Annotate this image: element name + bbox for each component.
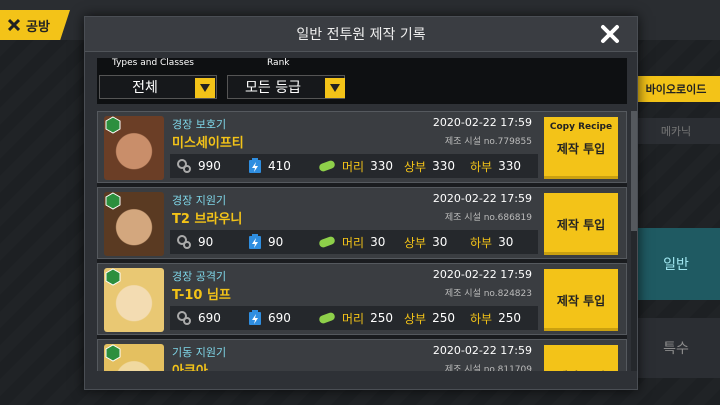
- lower-value: 330: [498, 159, 521, 173]
- cost-bar: 690 690 머리 250 상부 250 하부 250: [170, 306, 538, 330]
- upper-value: 30: [432, 235, 448, 249]
- character-name: T2 브라우니: [172, 212, 243, 227]
- lower-value: 250: [498, 311, 521, 325]
- parts-value: 90: [198, 235, 214, 249]
- power-value: 90: [268, 235, 284, 249]
- craft-input-button[interactable]: 제작 투입: [544, 269, 618, 331]
- scroll-thumb[interactable]: [631, 111, 637, 231]
- craft-input-label: 제작 투입: [556, 141, 606, 156]
- record-date: 2020-02-22 17:59: [432, 268, 532, 281]
- lower-stat: 하부 30: [470, 235, 514, 250]
- facility-number: 제조 시설 no.824823: [444, 289, 532, 299]
- gear-icon: [177, 311, 191, 325]
- power-value: 690: [268, 311, 291, 325]
- gear-icon: [177, 159, 191, 173]
- upper-stat: 상부 30: [404, 235, 448, 250]
- power-value: 410: [268, 159, 291, 173]
- parts-stat: 990: [176, 154, 221, 178]
- close-icon: [8, 19, 20, 31]
- head-stat: 머리 330: [318, 154, 393, 178]
- cost-bar: 990 410 머리 330 상부 330 하부 330: [170, 154, 538, 178]
- back-button[interactable]: 공방: [0, 10, 70, 40]
- filter-bar: Types and Classes 전체 Rank 모든 등급: [97, 58, 627, 104]
- grade-badge-icon: [105, 344, 121, 362]
- parts-value: 990: [198, 159, 221, 173]
- upper-stat: 상부 250: [404, 311, 455, 326]
- character-portrait: [104, 116, 164, 180]
- tab-special[interactable]: 특수: [632, 318, 720, 378]
- character-name: 아쿠아: [172, 360, 208, 371]
- character-class: 기동 지원기: [172, 346, 227, 359]
- craft-input-button[interactable]: Copy Recipe 제작 투입: [544, 117, 618, 179]
- battery-icon: [249, 234, 261, 249]
- character-name: T-10 님프: [172, 288, 231, 303]
- craft-input-button[interactable]: 제작 투입: [544, 345, 618, 371]
- craft-input-button[interactable]: 제작 투입: [544, 193, 618, 255]
- facility-number: 제조 시설 no.811709: [444, 365, 532, 371]
- record-list[interactable]: 경장 보호기 미스세이프티 2020-02-22 17:59 제조 시설 no.…: [97, 111, 627, 371]
- close-icon[interactable]: [599, 23, 621, 45]
- cost-bar: 90 90 머리 30 상부 30 하부 30: [170, 230, 538, 254]
- tab-bioroid[interactable]: 바이오로이드: [632, 76, 720, 102]
- record-modal: 일반 전투원 제작 기록 Types and Classes 전체 Rank 모…: [84, 16, 638, 390]
- upper-value: 250: [432, 311, 455, 325]
- chevron-down-icon[interactable]: [325, 78, 345, 98]
- power-stat: 690: [248, 306, 291, 330]
- record-row: 경장 지원기 T2 브라우니 2020-02-22 17:59 제조 시설 no…: [97, 187, 627, 259]
- record-row: 기동 지원기 아쿠아 2020-02-22 17:59 제조 시설 no.811…: [97, 339, 627, 371]
- character-portrait: [104, 344, 164, 371]
- tab-mechanic[interactable]: 메카닉: [632, 118, 720, 144]
- grade-badge-icon: [105, 116, 121, 134]
- craft-input-label: 제작 투입: [557, 368, 605, 372]
- power-stat: 90: [248, 230, 283, 254]
- modal-title: 일반 전투원 제작 기록: [85, 17, 637, 52]
- lower-stat: 하부 330: [470, 159, 521, 174]
- facility-number: 제조 시설 no.686819: [444, 213, 532, 223]
- character-portrait: [104, 268, 164, 332]
- copy-recipe-label: Copy Recipe: [549, 122, 613, 132]
- lower-stat: 하부 250: [470, 311, 521, 326]
- tab-normal[interactable]: 일반: [632, 228, 720, 300]
- character-name: 미스세이프티: [172, 136, 244, 151]
- battery-icon: [249, 310, 261, 325]
- head-value: 330: [370, 159, 393, 173]
- battery-icon: [249, 158, 261, 173]
- head-stat: 머리 250: [318, 306, 393, 330]
- parts-stat: 690: [176, 306, 221, 330]
- record-date: 2020-02-22 17:59: [432, 192, 532, 205]
- head-value: 250: [370, 311, 393, 325]
- upper-value: 330: [432, 159, 455, 173]
- grade-badge-icon: [105, 192, 121, 210]
- record-date: 2020-02-22 17:59: [432, 116, 532, 129]
- power-stat: 410: [248, 154, 291, 178]
- lower-value: 30: [498, 235, 514, 249]
- type-filter[interactable]: Types and Classes 전체: [97, 58, 227, 104]
- pill-icon: [319, 236, 335, 248]
- character-portrait: [104, 192, 164, 256]
- craft-input-label: 제작 투입: [556, 217, 606, 232]
- chevron-down-icon[interactable]: [195, 78, 215, 98]
- pill-icon: [319, 160, 335, 172]
- pill-icon: [319, 312, 335, 324]
- head-value: 30: [370, 235, 386, 249]
- record-row: 경장 공격기 T-10 님프 2020-02-22 17:59 제조 시설 no…: [97, 263, 627, 335]
- record-date: 2020-02-22 17:59: [432, 344, 532, 357]
- craft-input-label: 제작 투입: [556, 293, 606, 308]
- head-stat: 머리 30: [318, 230, 385, 254]
- gear-icon: [177, 235, 191, 249]
- back-label: 공방: [26, 19, 50, 35]
- character-class: 경장 보호기: [172, 118, 227, 131]
- character-class: 경장 지원기: [172, 194, 227, 207]
- scrollbar[interactable]: [631, 111, 637, 371]
- rank-filter-label: Rank: [267, 58, 290, 68]
- parts-value: 690: [198, 311, 221, 325]
- upper-stat: 상부 330: [404, 159, 455, 174]
- record-row: 경장 보호기 미스세이프티 2020-02-22 17:59 제조 시설 no.…: [97, 111, 627, 183]
- character-class: 경장 공격기: [172, 270, 227, 283]
- rank-filter[interactable]: Rank 모든 등급: [227, 58, 357, 104]
- facility-number: 제조 시설 no.779855: [444, 137, 532, 147]
- type-filter-label: Types and Classes: [112, 58, 194, 68]
- grade-badge-icon: [105, 268, 121, 286]
- parts-stat: 90: [176, 230, 213, 254]
